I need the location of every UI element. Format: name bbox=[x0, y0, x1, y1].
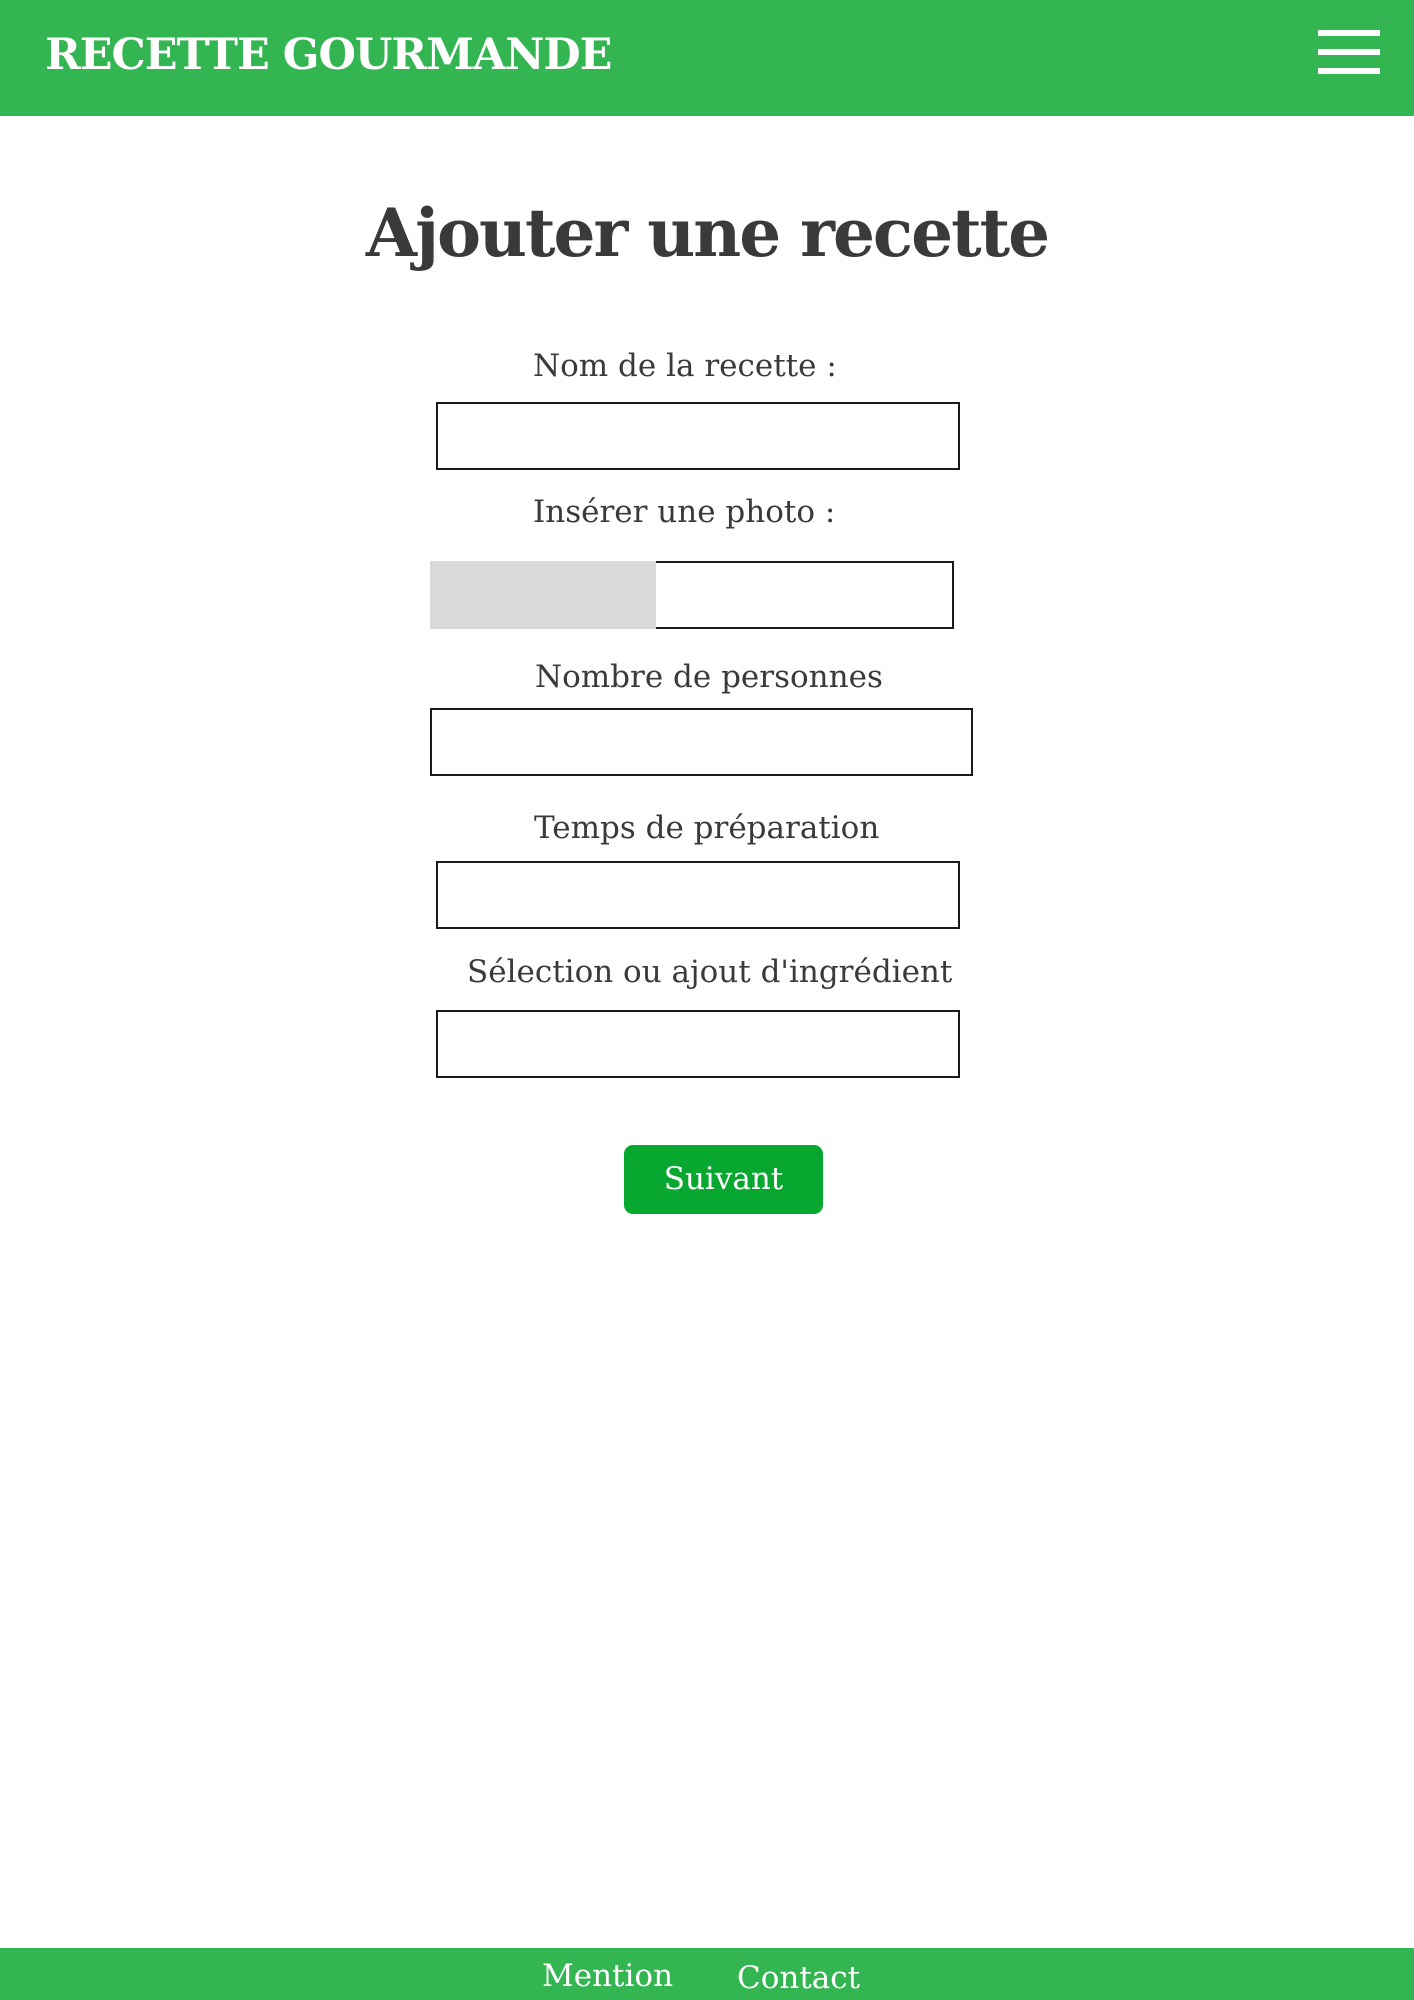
prep-time-input[interactable] bbox=[436, 861, 960, 929]
menu-bar bbox=[1318, 68, 1380, 74]
choose-file-button[interactable] bbox=[430, 561, 656, 629]
servings-label: Nombre de personnes bbox=[535, 659, 883, 695]
page: RECETTE GOURMANDE Ajouter une recette No… bbox=[0, 0, 1414, 2000]
site-logo-text[interactable]: RECETTE GOURMANDE bbox=[45, 29, 612, 81]
ingredient-label: Sélection ou ajout d'ingrédient bbox=[467, 954, 953, 990]
top-header: RECETTE GOURMANDE bbox=[0, 0, 1414, 116]
footer-link-contact[interactable]: Contact bbox=[737, 1958, 860, 1998]
menu-bar bbox=[1318, 49, 1380, 55]
footer: Mention Contact bbox=[0, 1948, 1414, 2000]
menu-bar bbox=[1318, 30, 1380, 36]
prep-time-label: Temps de préparation bbox=[534, 810, 880, 846]
hamburger-menu-icon[interactable] bbox=[1318, 30, 1380, 74]
servings-input[interactable] bbox=[430, 708, 973, 776]
page-title: Ajouter une recette bbox=[365, 194, 1050, 272]
photo-file-input[interactable] bbox=[430, 561, 954, 629]
footer-link-mention[interactable]: Mention bbox=[542, 1956, 673, 1996]
photo-label: Insérer une photo : bbox=[533, 494, 836, 530]
recipe-name-input[interactable] bbox=[436, 402, 960, 470]
recipe-name-label: Nom de la recette : bbox=[533, 348, 837, 384]
next-button[interactable]: Suivant bbox=[624, 1145, 823, 1214]
ingredient-input[interactable] bbox=[436, 1010, 960, 1078]
